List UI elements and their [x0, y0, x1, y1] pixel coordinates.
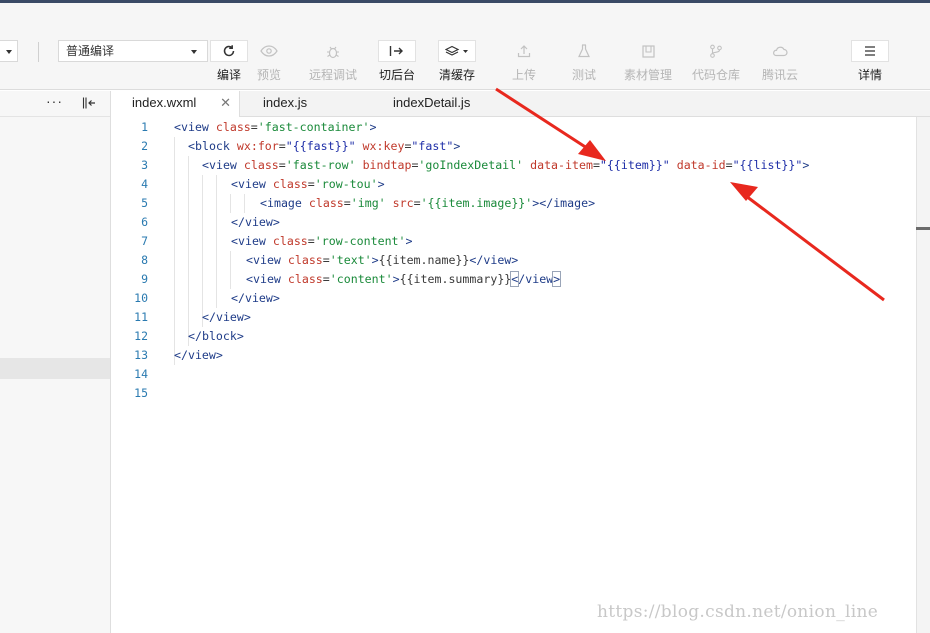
indent-guide [230, 194, 231, 213]
close-icon[interactable]: ✕ [220, 91, 231, 115]
branch-icon [697, 40, 735, 62]
tab-index-js[interactable]: index.js [263, 91, 307, 117]
code-line-4: <view class='row-tou'> [231, 177, 385, 191]
repo-label: 代码仓库 [691, 68, 740, 82]
compile-mode-value: 普通编译 [66, 44, 115, 58]
line-number: 5 [141, 196, 148, 210]
line-number: 13 [134, 348, 148, 362]
window-top-border [0, 0, 930, 3]
tab-index-wxml[interactable]: index.wxml ✕ [112, 91, 240, 118]
tab-label: indexDetail.js [393, 95, 471, 110]
code-line-5: <image class='img' src='{{item.image}}'>… [260, 196, 596, 210]
project-dropdown[interactable] [0, 40, 18, 62]
indent-guide [202, 175, 203, 327]
upload-label: 上传 [511, 68, 536, 82]
code-line-7: <view class='row-content'> [231, 234, 413, 248]
switch-background-button[interactable]: 切后台 [367, 40, 427, 83]
remote-debug-button[interactable]: 远程调试 [303, 40, 363, 83]
code-line-12: </block> [188, 329, 244, 343]
code-editor[interactable]: 1 2 3 4 5 6 7 8 9 10 11 12 13 14 15 <vie… [112, 117, 916, 633]
clear-cache-label: 清缓存 [438, 68, 475, 82]
menu-icon [851, 40, 889, 62]
line-number: 10 [134, 291, 148, 305]
collapse-sidebar-icon[interactable] [82, 96, 96, 114]
file-explorer: ··· [0, 91, 111, 633]
indent-guide [230, 251, 231, 289]
preview-button[interactable]: 预览 [239, 40, 299, 83]
code-line-11: </view> [202, 310, 251, 324]
cloud-button[interactable]: 腾讯云 [750, 40, 810, 83]
indent-guide [216, 175, 217, 308]
switch-background-icon [378, 40, 416, 62]
test-label: 测试 [571, 68, 596, 82]
code-line-13: </view> [174, 348, 223, 362]
clear-cache-button[interactable]: 清缓存 [427, 40, 487, 83]
explorer-header: ··· [0, 91, 110, 117]
compile-mode-select[interactable]: 普通编译 [58, 40, 208, 62]
indent-guide [174, 137, 175, 365]
editor-tabs: index.wxml ✕ index.js indexDetail.js [112, 91, 930, 118]
test-button[interactable]: 测试 [554, 40, 614, 83]
scrollbar-thumb[interactable] [916, 227, 930, 230]
details-label: 详情 [857, 68, 882, 82]
code-line-6: </view> [231, 215, 280, 229]
upload-button[interactable]: 上传 [494, 40, 554, 83]
line-number: 6 [141, 215, 148, 229]
eye-icon [250, 40, 288, 62]
preview-label: 预览 [256, 68, 281, 82]
indent-guide [244, 194, 245, 213]
line-number: 14 [134, 367, 148, 381]
vertical-scrollbar[interactable] [916, 117, 930, 633]
bug-icon [314, 40, 352, 62]
code-line-9: <view class='content'>{{item.summary}}</… [246, 271, 562, 287]
line-number: 3 [141, 158, 148, 172]
indent-guide [188, 156, 189, 346]
code-line-1: <view class='fast-container'> [174, 120, 377, 134]
tab-label: index.wxml [132, 95, 197, 110]
cloud-icon [761, 40, 799, 62]
line-number: 7 [141, 234, 148, 248]
code-line-10: </view> [231, 291, 280, 305]
toolbar: 普通编译 编译 预览 远程调试 切后台 清缓存 上传 测试 素材管理 代码仓库 … [0, 0, 930, 90]
upload-icon [505, 40, 543, 62]
layers-icon [438, 40, 476, 62]
more-icon[interactable]: ··· [46, 93, 63, 109]
assets-button[interactable]: 素材管理 [618, 40, 678, 83]
remote-debug-label: 远程调试 [308, 68, 357, 82]
code-line-8: <view class='text'>{{item.name}}</view> [246, 253, 519, 267]
chevron-down-icon [191, 50, 197, 54]
image-icon [629, 40, 667, 62]
flask-icon [565, 40, 603, 62]
chevron-down-icon [6, 50, 12, 54]
line-number: 12 [134, 329, 148, 343]
line-number: 9 [141, 272, 148, 286]
repo-button[interactable]: 代码仓库 [686, 40, 746, 83]
line-number: 8 [141, 253, 148, 267]
cloud-label: 腾讯云 [761, 68, 798, 82]
watermark: https://blog.csdn.net/onion_line [597, 602, 879, 622]
line-number: 11 [134, 310, 148, 324]
tab-label: index.js [263, 95, 308, 110]
selected-file-row[interactable] [0, 358, 110, 379]
tab-indexdetail-js[interactable]: indexDetail.js [393, 91, 470, 117]
line-number: 2 [141, 139, 148, 153]
switch-background-label: 切后台 [378, 68, 415, 82]
line-number-gutter: 1 2 3 4 5 6 7 8 9 10 11 12 13 14 15 [112, 117, 164, 633]
details-button[interactable]: 详情 [840, 40, 900, 83]
line-number: 4 [141, 177, 148, 191]
toolbar-divider [38, 42, 39, 62]
line-number: 15 [134, 386, 148, 400]
assets-label: 素材管理 [623, 68, 672, 82]
code-line-3: <view class='fast-row' bindtap='goIndexD… [202, 158, 810, 172]
line-number: 1 [141, 120, 148, 134]
code-line-2: <block wx:for="{{fast}}" wx:key="fast"> [188, 139, 461, 153]
